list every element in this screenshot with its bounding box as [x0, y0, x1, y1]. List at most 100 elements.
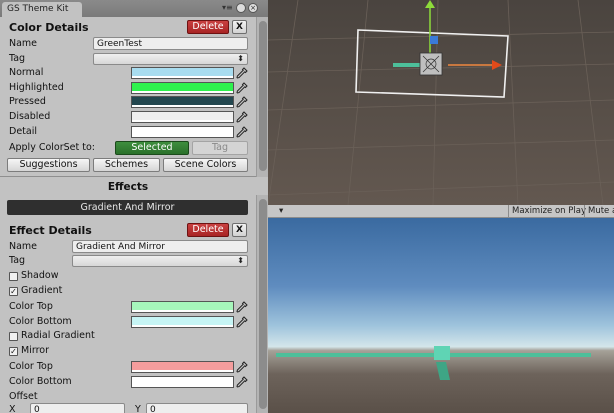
apply-tag-button[interactable]: Tag — [192, 141, 248, 155]
shadow-label: Shadow — [21, 270, 59, 281]
color-top-label: Color Top — [9, 361, 53, 372]
game-object-block — [434, 346, 450, 360]
mirror-top-color-field[interactable] — [131, 361, 234, 373]
alpha-bar — [132, 91, 233, 93]
radial-gradient-checkbox[interactable] — [9, 332, 18, 341]
eyedropper-icon[interactable] — [236, 301, 248, 313]
alpha-bar — [132, 370, 233, 372]
offset-label: Offset — [9, 391, 38, 402]
effect-panel-scrollbar[interactable] — [256, 195, 268, 413]
eyedropper-icon[interactable] — [236, 96, 248, 108]
tab-bar: GS Theme Kit × ▾≡ — [0, 0, 268, 17]
apply-colorset-label: Apply ColorSet to: — [9, 142, 96, 153]
mirror-bottom-color-field[interactable] — [131, 376, 234, 388]
shadow-checkbox[interactable] — [9, 272, 18, 281]
pressed-color-field[interactable] — [131, 96, 234, 108]
alpha-bar — [132, 105, 233, 107]
dropdown-arrows-icon: ⬍ — [237, 54, 244, 63]
swatch-label: Detail — [9, 126, 37, 137]
swatch-label: Pressed — [9, 96, 46, 107]
gradient-bottom-row: Color Bottom — [0, 315, 256, 329]
gradient-top-row: Color Top — [0, 300, 256, 314]
schemes-button[interactable]: Schemes — [93, 158, 160, 172]
name-label: Name — [9, 38, 38, 49]
gradient-top-color-field[interactable] — [131, 301, 234, 313]
offset-row: Offset — [0, 390, 256, 404]
eyedropper-icon[interactable] — [236, 361, 248, 373]
effect-tag-dropdown[interactable]: ⬍ — [72, 255, 248, 267]
dropdown-arrows-icon: ⬍ — [237, 256, 244, 265]
normal-color-field[interactable] — [131, 67, 234, 79]
scene-canvas — [268, 0, 614, 205]
offset-x-label: X — [9, 404, 16, 413]
swatch-label: Highlighted — [9, 82, 64, 93]
alpha-bar — [132, 325, 233, 327]
scrollbar-thumb[interactable] — [259, 199, 267, 409]
x-axis-handle[interactable] — [448, 64, 496, 66]
mirror-reflection — [436, 362, 450, 380]
effect-tag-row: Tag ⬍ — [0, 254, 256, 268]
offset-x-input[interactable]: 0 — [30, 403, 125, 413]
scene-view[interactable] — [268, 0, 614, 205]
eyedropper-icon[interactable] — [236, 376, 248, 388]
eyedropper-icon[interactable] — [236, 67, 248, 79]
window-close-icon[interactable]: × — [248, 3, 258, 13]
mirror-bottom-row: Color Bottom — [0, 375, 256, 389]
swatch-label: Normal — [9, 67, 44, 78]
disabled-color-field[interactable] — [131, 111, 234, 123]
swatch-row-disabled: Disabled — [0, 110, 256, 124]
eyedropper-icon[interactable] — [236, 111, 248, 123]
mirror-label: Mirror — [21, 345, 49, 356]
gradient-bottom-color-field[interactable] — [131, 316, 234, 328]
effect-name-row: Name Gradient And Mirror — [0, 240, 256, 254]
color-bottom-label: Color Bottom — [9, 316, 72, 327]
effect-delete-button[interactable]: Delete — [187, 223, 229, 237]
scrollbar-thumb[interactable] — [259, 21, 267, 171]
color-delete-button[interactable]: Delete — [187, 20, 229, 34]
tag-label: Tag — [9, 255, 26, 266]
swatch-row-highlighted: Highlighted — [0, 81, 256, 95]
color-details-title: Color Details — [9, 21, 89, 34]
color-panel-scrollbar[interactable] — [256, 17, 268, 177]
tab-gs-theme-kit[interactable]: GS Theme Kit — [2, 2, 82, 17]
effect-details-title: Effect Details — [9, 224, 92, 237]
gradient-checkbox[interactable]: ✓ — [9, 287, 18, 296]
eyedropper-icon[interactable] — [236, 82, 248, 94]
tag-label: Tag — [9, 53, 26, 64]
highlighted-color-field[interactable] — [131, 82, 234, 94]
ground-bar-left — [276, 353, 591, 357]
alpha-bar — [132, 135, 233, 137]
apply-selected-button[interactable]: Selected — [115, 141, 189, 155]
eyedropper-icon[interactable] — [236, 316, 248, 328]
color-close-button[interactable]: X — [232, 20, 247, 34]
game-view[interactable] — [268, 218, 614, 413]
suggestions-button[interactable]: Suggestions — [7, 158, 90, 172]
tab-menu-icon[interactable]: ▾≡ — [222, 3, 233, 13]
color-top-label: Color Top — [9, 301, 53, 312]
gradient-label: Gradient — [21, 285, 63, 296]
apply-colorset-row: Apply ColorSet to: Selected Tag — [0, 141, 256, 155]
maximize-on-play-toggle[interactable]: Maximize on Play — [508, 205, 586, 218]
section-divider — [0, 176, 256, 177]
color-tag-dropdown[interactable]: ⬍ — [93, 53, 248, 65]
offset-y-input[interactable]: 0 — [146, 403, 248, 413]
swatch-row-detail: Detail — [0, 125, 256, 139]
scene-colors-button[interactable]: Scene Colors — [163, 158, 248, 172]
effect-selector-bar[interactable]: Gradient And Mirror — [7, 200, 248, 215]
color-name-input[interactable]: GreenTest — [93, 37, 248, 50]
swatch-row-normal: Normal — [0, 66, 256, 80]
effect-name-input[interactable]: Gradient And Mirror — [72, 240, 248, 253]
alpha-bar — [132, 385, 233, 387]
swatch-row-pressed: Pressed — [0, 95, 256, 109]
offset-fields-row: X 0 Y 0 — [0, 403, 256, 413]
effect-close-button[interactable]: X — [232, 223, 247, 237]
mute-audio-toggle[interactable]: Mute a — [584, 205, 614, 218]
detail-color-field[interactable] — [131, 126, 234, 138]
theme-kit-panel: GS Theme Kit × ▾≡ Color Details Delete X… — [0, 0, 268, 413]
game-menu-icon[interactable]: ▾ — [276, 205, 290, 218]
z-axis-handle[interactable] — [430, 36, 438, 44]
mirror-checkbox[interactable]: ✓ — [9, 347, 18, 356]
window-minimize-icon[interactable] — [236, 3, 246, 13]
eyedropper-icon[interactable] — [236, 126, 248, 138]
alpha-bar — [132, 76, 233, 78]
